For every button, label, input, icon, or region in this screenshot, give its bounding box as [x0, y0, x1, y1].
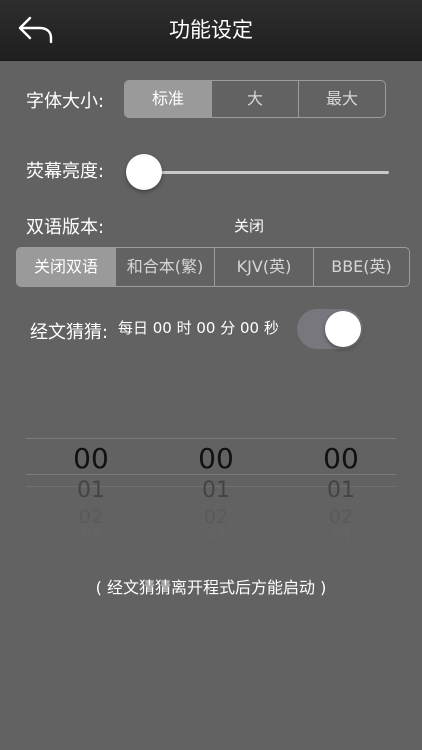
- brightness-slider-thumb[interactable]: [126, 154, 162, 190]
- picker-value: 03: [80, 526, 102, 540]
- picker-value: 02: [328, 506, 354, 528]
- picker-value: 02: [78, 506, 104, 528]
- picker-value: 03: [205, 526, 227, 540]
- time-picker[interactable]: 00 01 02 03 00 01 02 03 00 01 02 03: [26, 438, 396, 548]
- toggle-knob: [325, 311, 361, 347]
- bilingual-option-kjv[interactable]: KJV(英): [214, 248, 313, 286]
- picker-divider: [26, 438, 396, 439]
- font-size-option-standard[interactable]: 标准: [125, 81, 211, 117]
- scripture-guess-toggle[interactable]: [297, 309, 363, 349]
- picker-value: 01: [77, 478, 105, 503]
- picker-value: 00: [198, 442, 234, 475]
- nav-bar: 功能设定: [0, 0, 422, 61]
- brightness-slider-track[interactable]: [144, 171, 389, 174]
- font-size-label: 字体大小:: [26, 91, 105, 112]
- picker-value: 01: [327, 478, 355, 503]
- bilingual-option-bbe[interactable]: BBE(英): [313, 248, 409, 286]
- font-size-option-large[interactable]: 大: [211, 81, 298, 117]
- picker-value: 00: [323, 442, 359, 475]
- picker-value: 02: [203, 506, 229, 528]
- bilingual-option-cuv-traditional[interactable]: 和合本(繁): [115, 248, 214, 286]
- bilingual-label: 双语版本:: [26, 217, 105, 238]
- bilingual-current-value: 关闭: [234, 217, 265, 235]
- scripture-guess-label: 经文猜猜:: [30, 322, 109, 343]
- picker-value: 03: [330, 526, 352, 540]
- font-size-option-largest[interactable]: 最大: [298, 81, 385, 117]
- picker-value: 01: [202, 478, 230, 503]
- font-size-segmented-control: 标准 大 最大: [124, 80, 386, 118]
- picker-value: 00: [73, 442, 109, 475]
- bilingual-option-off[interactable]: 关闭双语: [17, 248, 115, 286]
- scripture-guess-schedule: 每日 00 时 00 分 00 秒: [118, 319, 279, 337]
- brightness-label: 荧幕亮度:: [26, 161, 105, 182]
- scripture-guess-note: ( 经文猜猜离开程式后方能启动 ): [95, 578, 327, 597]
- page-title: 功能设定: [169, 18, 253, 42]
- bilingual-segmented-control: 关闭双语 和合本(繁) KJV(英) BBE(英): [16, 247, 410, 287]
